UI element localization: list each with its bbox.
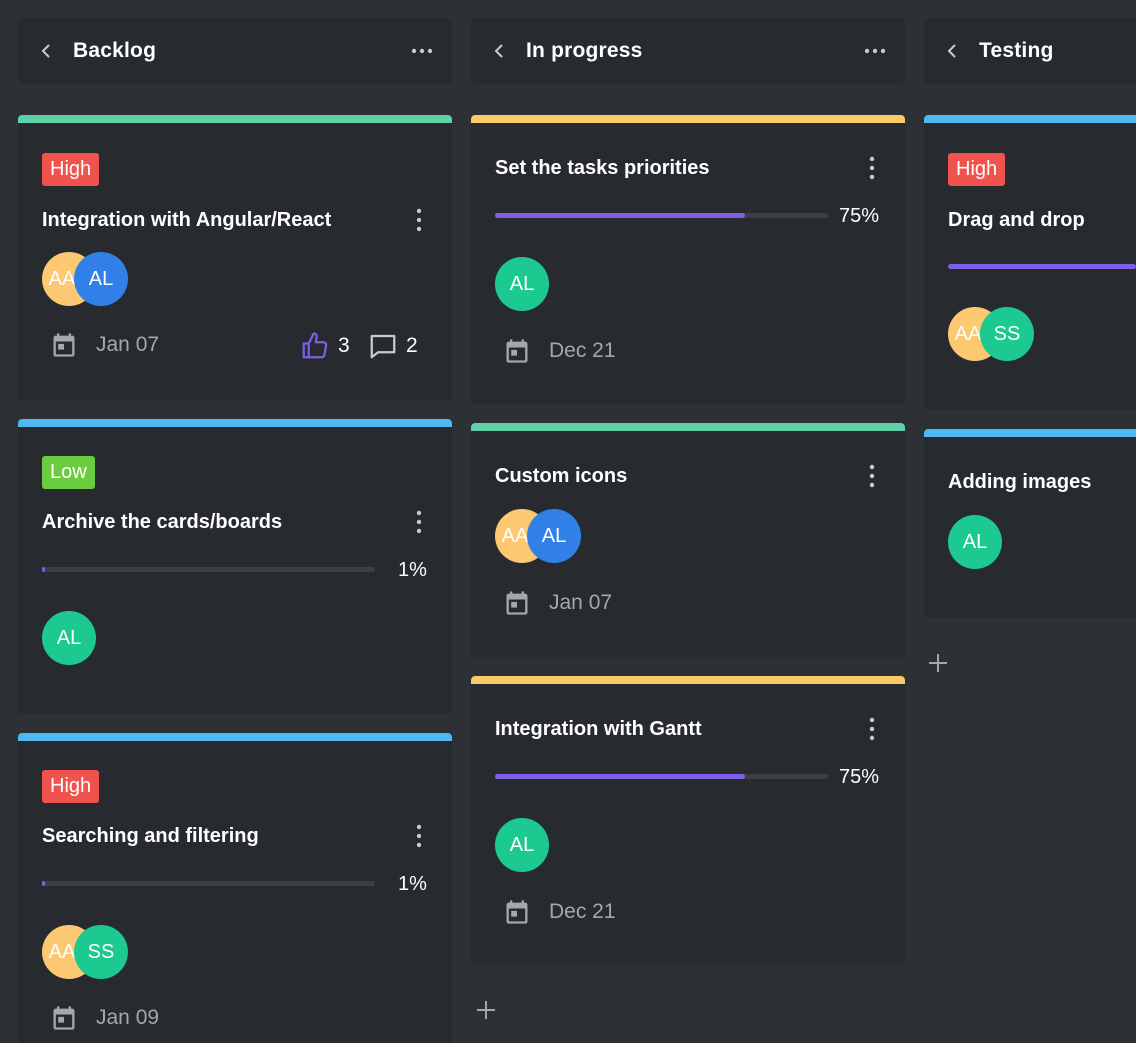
due-date-text: Dec 21 [549, 900, 616, 923]
progress-fill [42, 567, 46, 572]
card-color-bar [18, 419, 452, 427]
more-horizontal-icon[interactable] [863, 46, 887, 56]
due-date: Dec 21 [503, 898, 616, 926]
card-title: Integration with Gantt [495, 718, 702, 740]
card-title: Drag and drop [948, 209, 1085, 231]
column-header-testing: Testing [924, 18, 1136, 84]
assignees: AA AL [42, 252, 132, 306]
card-title: Custom icons [495, 465, 628, 487]
assignees: AA SS [948, 307, 1038, 361]
progress-fill [42, 881, 46, 886]
chevron-left-icon[interactable] [491, 43, 507, 59]
progress-fill [495, 774, 745, 779]
column-title: In progress [526, 39, 643, 62]
progress-bar [42, 881, 375, 886]
calendar-icon [53, 1006, 75, 1030]
thumbs-up-icon [302, 332, 328, 359]
column-header-in-progress: In progress [471, 18, 905, 84]
card-color-bar [471, 676, 905, 684]
progress-label: 75% [839, 766, 880, 788]
avatar[interactable]: AL [527, 509, 581, 563]
due-date-text: Jan 07 [96, 333, 160, 356]
task-card[interactable]: Set the tasks priorities 75% AL Dec 21 [471, 115, 905, 404]
column-title: Backlog [73, 39, 157, 62]
progress-fill [495, 213, 745, 218]
assignees: AA SS [42, 925, 132, 979]
chevron-left-icon[interactable] [38, 43, 54, 59]
more-vertical-icon[interactable] [869, 717, 875, 741]
progress-label: 1% [398, 559, 427, 581]
due-date: Dec 21 [503, 337, 616, 365]
more-vertical-icon[interactable] [416, 208, 422, 232]
avatar[interactable]: AL [42, 611, 96, 665]
progress-bar [42, 567, 375, 572]
task-card[interactable]: High Integration with Angular/React AA A… [18, 115, 452, 400]
calendar-icon [506, 900, 528, 924]
task-card[interactable]: High Searching and filtering 1% AA SS Ja… [18, 733, 452, 1043]
due-date: Jan 07 [50, 331, 159, 359]
comments-count: 2 [406, 334, 418, 357]
avatar[interactable]: SS [74, 925, 128, 979]
more-horizontal-icon[interactable] [410, 46, 434, 56]
column-header-backlog: Backlog [18, 18, 452, 84]
chevron-left-icon[interactable] [944, 43, 960, 59]
progress-bar [948, 264, 1136, 269]
add-card-button[interactable] [475, 999, 497, 1021]
priority-badge: High [42, 153, 100, 186]
card-title: Searching and filtering [42, 825, 259, 847]
priority-badge: High [948, 153, 1006, 186]
likes[interactable]: 3 [300, 331, 350, 361]
calendar-icon [506, 591, 528, 615]
card-color-bar [18, 115, 452, 123]
card-color-bar [924, 429, 1136, 437]
column-title: Testing [979, 39, 1054, 62]
task-card[interactable]: Integration with Gantt 75% AL Dec 21 [471, 676, 905, 965]
more-vertical-icon[interactable] [416, 510, 422, 534]
avatar[interactable]: AL [495, 818, 549, 872]
card-color-bar [18, 733, 452, 741]
card-title: Integration with Angular/React [42, 209, 332, 231]
add-card-button[interactable] [927, 652, 949, 674]
card-color-bar [924, 115, 1136, 123]
card-color-bar [471, 115, 905, 123]
due-date: Jan 07 [503, 589, 612, 617]
assignees: AL [495, 818, 549, 872]
card-title: Adding images [948, 471, 1092, 493]
calendar-icon [506, 339, 528, 363]
avatar[interactable]: AL [74, 252, 128, 306]
task-card[interactable]: Low Archive the cards/boards 1% AL [18, 419, 452, 714]
card-title: Set the tasks priorities [495, 157, 710, 179]
likes-count: 3 [338, 334, 350, 357]
due-date: Jan 09 [50, 1004, 159, 1032]
progress-label: 75% [839, 205, 880, 227]
assignees: AA AL [495, 509, 585, 563]
avatar[interactable]: AL [495, 257, 549, 311]
task-card[interactable]: High Drag and drop AA SS [924, 115, 1136, 410]
assignees: AL [495, 257, 549, 311]
comment-icon [370, 334, 396, 359]
assignees: AL [948, 515, 1002, 569]
avatar[interactable]: SS [980, 307, 1034, 361]
due-date-text: Jan 07 [549, 591, 613, 614]
due-date-text: Jan 09 [96, 1006, 160, 1029]
progress-label: 1% [398, 873, 427, 895]
task-card[interactable]: Custom icons AA AL Jan 07 [471, 423, 905, 657]
priority-badge: High [42, 770, 100, 803]
calendar-icon [53, 333, 75, 357]
due-date-text: Dec 21 [549, 339, 616, 362]
comments[interactable]: 2 [368, 331, 418, 361]
card-title: Archive the cards/boards [42, 511, 283, 533]
more-vertical-icon[interactable] [869, 464, 875, 488]
priority-badge: Low [42, 456, 95, 489]
progress-bar [495, 774, 828, 779]
card-color-bar [471, 423, 905, 431]
avatar[interactable]: AL [948, 515, 1002, 569]
assignees: AL [42, 611, 96, 665]
task-card[interactable]: Adding images AL [924, 429, 1136, 618]
more-vertical-icon[interactable] [869, 156, 875, 180]
more-vertical-icon[interactable] [416, 824, 422, 848]
progress-bar [495, 213, 828, 218]
